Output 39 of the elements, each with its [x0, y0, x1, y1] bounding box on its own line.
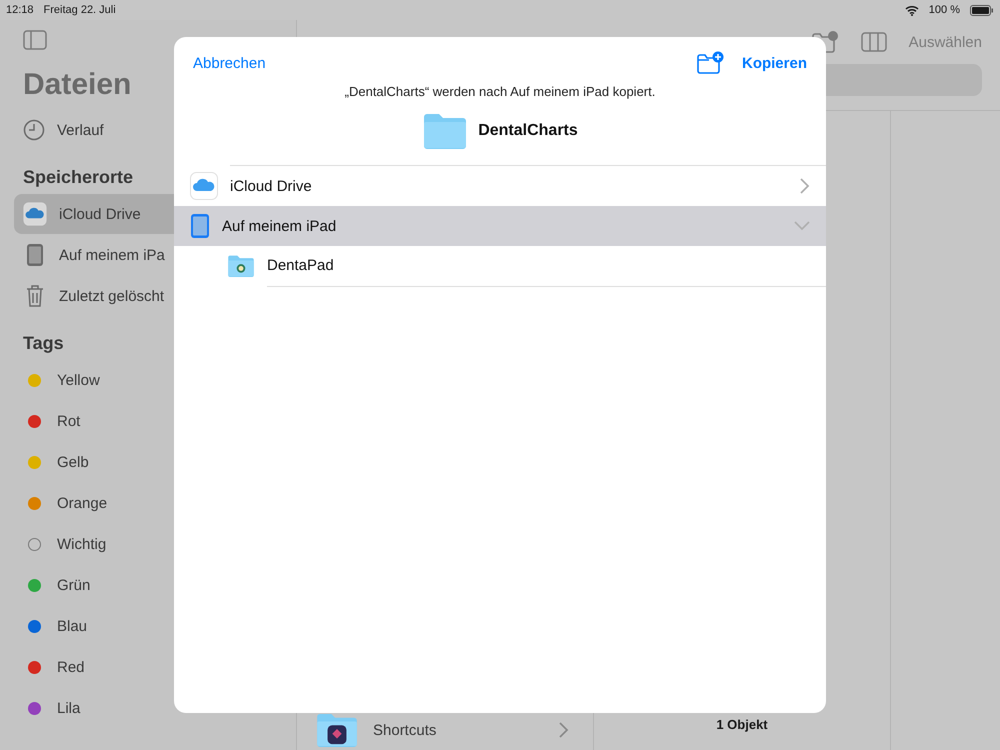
battery-percent: 100 %: [928, 4, 960, 16]
tag-item[interactable]: Grün: [14, 565, 296, 605]
chevron-right-icon: [800, 178, 810, 194]
cloud-icon: [23, 202, 47, 226]
tag-item[interactable]: Rot: [14, 401, 296, 441]
tag-item[interactable]: Blau: [14, 606, 296, 646]
tag-dot-icon: [28, 538, 41, 550]
sidebar-toggle-icon[interactable]: [23, 30, 47, 50]
copy-message: „DentalCharts“ werden nach Auf meinem iPad kopiert.: [344, 84, 656, 99]
tag-item[interactable]: Wichtig: [14, 524, 296, 564]
tag-item[interactable]: Gelb: [14, 442, 296, 482]
status-time: 12:18: [6, 4, 34, 16]
columns-icon[interactable]: [860, 32, 887, 52]
tablet-icon: [190, 213, 210, 239]
shortcuts-folder-icon: [315, 713, 359, 747]
cancel-button[interactable]: Abbrechen: [193, 54, 266, 72]
sidebar-item[interactable]: Verlauf: [14, 110, 296, 150]
tag-item[interactable]: Orange: [14, 483, 296, 523]
item-name: DentalCharts: [478, 122, 578, 140]
tag-item[interactable]: Red: [14, 647, 296, 687]
wifi-icon: [904, 4, 919, 16]
cloud-icon: [190, 172, 218, 200]
status-date: Freitag 22. Juli: [44, 4, 116, 16]
chevron-right-icon: [559, 722, 569, 738]
section-header: Speicherorte: [23, 166, 134, 189]
copy-button[interactable]: Kopieren: [742, 54, 807, 72]
chevron-down-icon: [794, 221, 810, 231]
battery-icon: [970, 4, 994, 16]
location-row[interactable]: Auf meinem iPad: [174, 206, 826, 246]
clock-icon: [23, 119, 45, 141]
folder-icon: [422, 113, 468, 149]
new-folder-icon[interactable]: [696, 51, 724, 75]
sidebar-title: Dateien: [23, 67, 132, 103]
tag-item[interactable]: Yellow: [14, 360, 296, 400]
item-count: 1 Objekt: [716, 717, 768, 732]
tag-item[interactable]: Lila: [14, 688, 296, 728]
folder-row[interactable]: Shortcuts: [297, 710, 593, 750]
app-folder-icon: [227, 255, 255, 277]
section-header: Tags: [23, 332, 64, 355]
